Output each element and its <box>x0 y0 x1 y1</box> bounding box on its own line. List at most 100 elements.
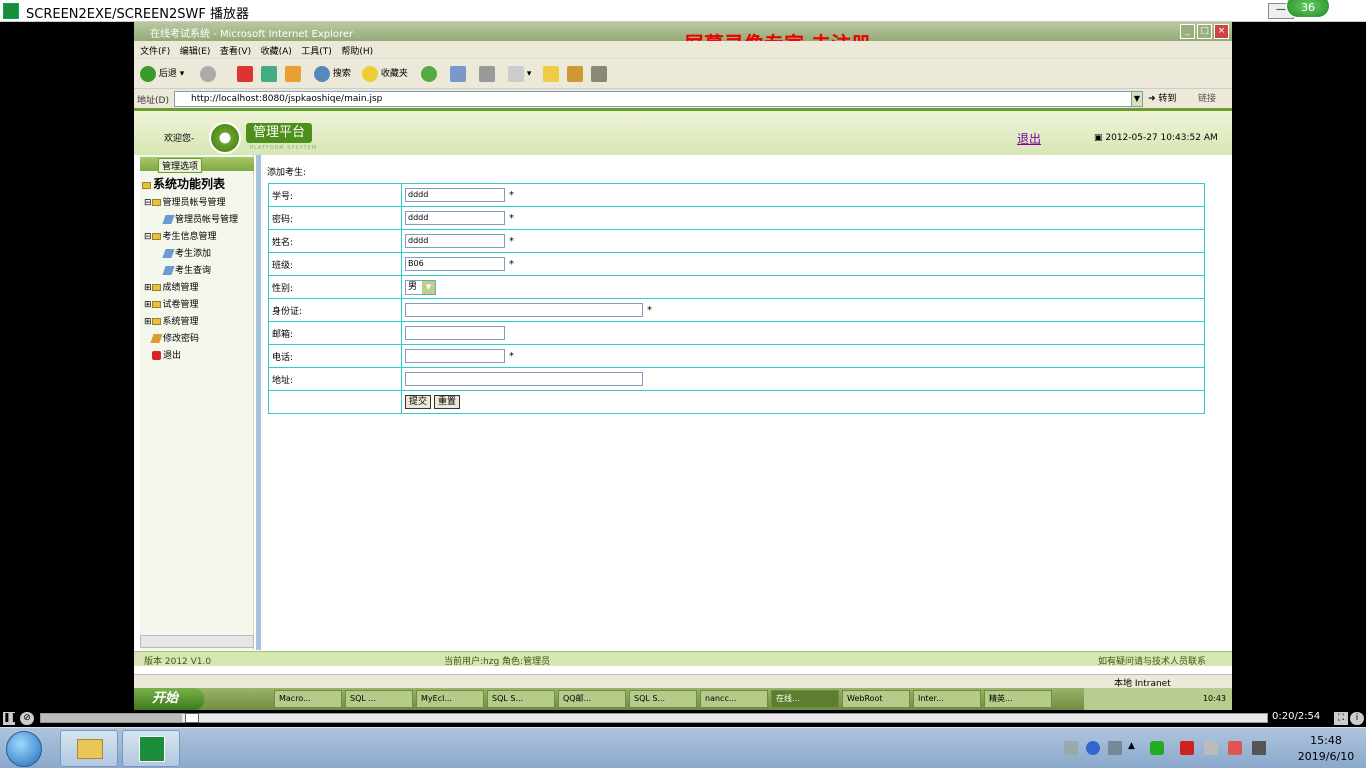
id-card-input[interactable] <box>405 303 643 317</box>
class-input[interactable]: B06 <box>405 257 505 271</box>
info-button[interactable]: i <box>1350 712 1364 725</box>
tree-item-admin-accounts[interactable]: ⊟ 管理员帐号管理 <box>144 195 226 208</box>
fullscreen-button[interactable]: ⛶ <box>1334 712 1348 725</box>
sidebar-tab-label[interactable]: 管理选项 <box>158 158 203 173</box>
stop-button[interactable] <box>237 65 253 83</box>
name-input[interactable]: dddd <box>405 234 505 248</box>
phone-input[interactable] <box>405 349 505 363</box>
menu-help[interactable]: 帮助(H) <box>341 44 373 57</box>
back-button[interactable]: 后退 ▾ <box>140 65 184 83</box>
tree-item-student-info[interactable]: ⊟ 考生信息管理 <box>144 229 217 242</box>
speaker-icon[interactable] <box>1204 741 1218 755</box>
task-button[interactable]: QQ邮... <box>558 690 626 708</box>
print-button[interactable] <box>479 65 495 83</box>
signal-icon[interactable] <box>1252 741 1266 755</box>
menu-view[interactable]: 查看(V) <box>220 44 251 57</box>
stop-icon <box>237 65 253 82</box>
go-button[interactable]: ➜ 转到 <box>1148 91 1176 107</box>
form-row-id-card: 身份证: * <box>268 298 1205 322</box>
tree-item-query-student[interactable]: 考生查询 <box>162 263 211 276</box>
task-button[interactable]: Inter... <box>913 690 981 708</box>
flag-icon[interactable] <box>1228 741 1242 755</box>
tree-item-exit[interactable]: 退出 <box>152 348 181 361</box>
student-id-input[interactable]: dddd <box>405 188 505 202</box>
tree-item-add-student[interactable]: 考生添加 <box>162 246 211 259</box>
task-button[interactable]: SQL S... <box>487 690 555 708</box>
form-title: 添加考生: <box>267 168 307 178</box>
id-card-label: 身份证: <box>268 298 402 322</box>
mail-button[interactable] <box>450 65 466 83</box>
explorer-taskbar-button[interactable] <box>60 730 118 767</box>
menu-favorites[interactable]: 收藏(A) <box>261 44 292 57</box>
messenger-button[interactable] <box>567 65 583 83</box>
stop-button[interactable]: ⊘ <box>20 712 34 725</box>
discuss-button[interactable] <box>543 65 559 83</box>
folder-icon <box>151 233 161 240</box>
refresh-icon <box>261 65 277 82</box>
address-input[interactable]: http://localhost:8080/jspkaoshiqe/main.j… <box>174 91 1142 107</box>
ie-maximize-button[interactable]: □ <box>1197 24 1212 39</box>
refresh-button[interactable] <box>261 65 277 83</box>
sidebar-horizontal-scrollbar[interactable] <box>140 635 254 648</box>
task-button[interactable]: 精英... <box>984 690 1052 708</box>
task-button[interactable]: nancc... <box>700 690 768 708</box>
reset-button[interactable]: 重置 <box>434 395 461 409</box>
menu-file[interactable]: 文件(F) <box>140 44 170 57</box>
windows-start-button[interactable] <box>6 731 42 767</box>
history-button[interactable] <box>421 65 437 83</box>
required-mark: * <box>647 304 652 316</box>
favorites-button[interactable]: 收藏夹 <box>362 65 408 83</box>
menu-edit[interactable]: 编辑(E) <box>180 44 211 57</box>
security-icon[interactable] <box>1180 741 1194 755</box>
task-button[interactable]: SQL S... <box>629 690 697 708</box>
network-icon[interactable] <box>1108 741 1122 755</box>
task-button-active[interactable]: 在线... <box>771 690 839 708</box>
form-row-address: 地址: <box>268 367 1205 391</box>
email-input[interactable] <box>405 326 505 340</box>
pause-button[interactable]: ❚❚ <box>3 712 18 725</box>
tree-item-papers[interactable]: ⊞ 试卷管理 <box>144 297 199 310</box>
password-input[interactable]: dddd <box>405 211 505 225</box>
site-footer: 版本 2012 V1.0 当前用户:hzg 角色:管理员 如有疑问请与技术人员联… <box>134 651 1232 667</box>
gender-select[interactable]: 男 ▼ <box>405 279 436 295</box>
ie-close-button[interactable]: × <box>1214 24 1229 39</box>
progress-fill <box>41 714 182 722</box>
folder-icon <box>543 65 559 82</box>
research-button[interactable] <box>591 65 607 83</box>
xp-start-button[interactable]: 开始 <box>134 688 204 710</box>
player-taskbar-button[interactable] <box>122 730 180 767</box>
address-dropdown-icon[interactable]: ▼ <box>1131 91 1143 107</box>
chevron-up-icon[interactable]: ▲ <box>1128 741 1142 755</box>
logout-link[interactable]: 退出 <box>1017 130 1041 147</box>
tree-item-admin-account-manage[interactable]: 管理员帐号管理 <box>162 212 238 225</box>
search-button[interactable]: 搜索 <box>314 65 351 83</box>
app-tray-icon[interactable] <box>1150 741 1164 755</box>
task-button[interactable]: Macro... <box>274 690 342 708</box>
exit-icon <box>152 351 161 360</box>
task-button[interactable]: SQL ... <box>345 690 413 708</box>
edit-button[interactable]: ▾ <box>508 65 531 83</box>
keyboard-icon[interactable] <box>1064 741 1078 755</box>
progress-track[interactable] <box>40 713 1268 723</box>
address-field[interactable] <box>405 372 643 386</box>
links-label[interactable]: 链接 <box>1198 91 1216 107</box>
required-mark: * <box>509 212 514 224</box>
forward-button[interactable] <box>200 65 216 83</box>
task-button[interactable]: MyEcl... <box>416 690 484 708</box>
progress-thumb[interactable] <box>185 713 199 723</box>
required-mark: * <box>509 258 514 270</box>
name-label: 姓名: <box>268 229 402 253</box>
tree-item-system[interactable]: ⊞ 系统管理 <box>144 314 199 327</box>
home-button[interactable] <box>285 65 301 83</box>
win7-clock[interactable]: 15:48 2019/6/10 <box>1288 733 1364 765</box>
task-button[interactable]: WebRoot <box>842 690 910 708</box>
submit-button[interactable]: 提交 <box>405 395 432 409</box>
sidebar-tab: 管理选项 <box>140 157 254 173</box>
address-label: 地址: <box>268 367 402 391</box>
ie-minimize-button[interactable]: _ <box>1180 24 1195 39</box>
form-row-gender: 性别: 男 ▼ <box>268 275 1205 299</box>
help-icon[interactable] <box>1086 741 1100 755</box>
menu-tools[interactable]: 工具(T) <box>301 44 332 57</box>
tree-item-scores[interactable]: ⊞ 成绩管理 <box>144 280 199 293</box>
tree-item-change-password[interactable]: 修改密码 <box>150 331 199 344</box>
